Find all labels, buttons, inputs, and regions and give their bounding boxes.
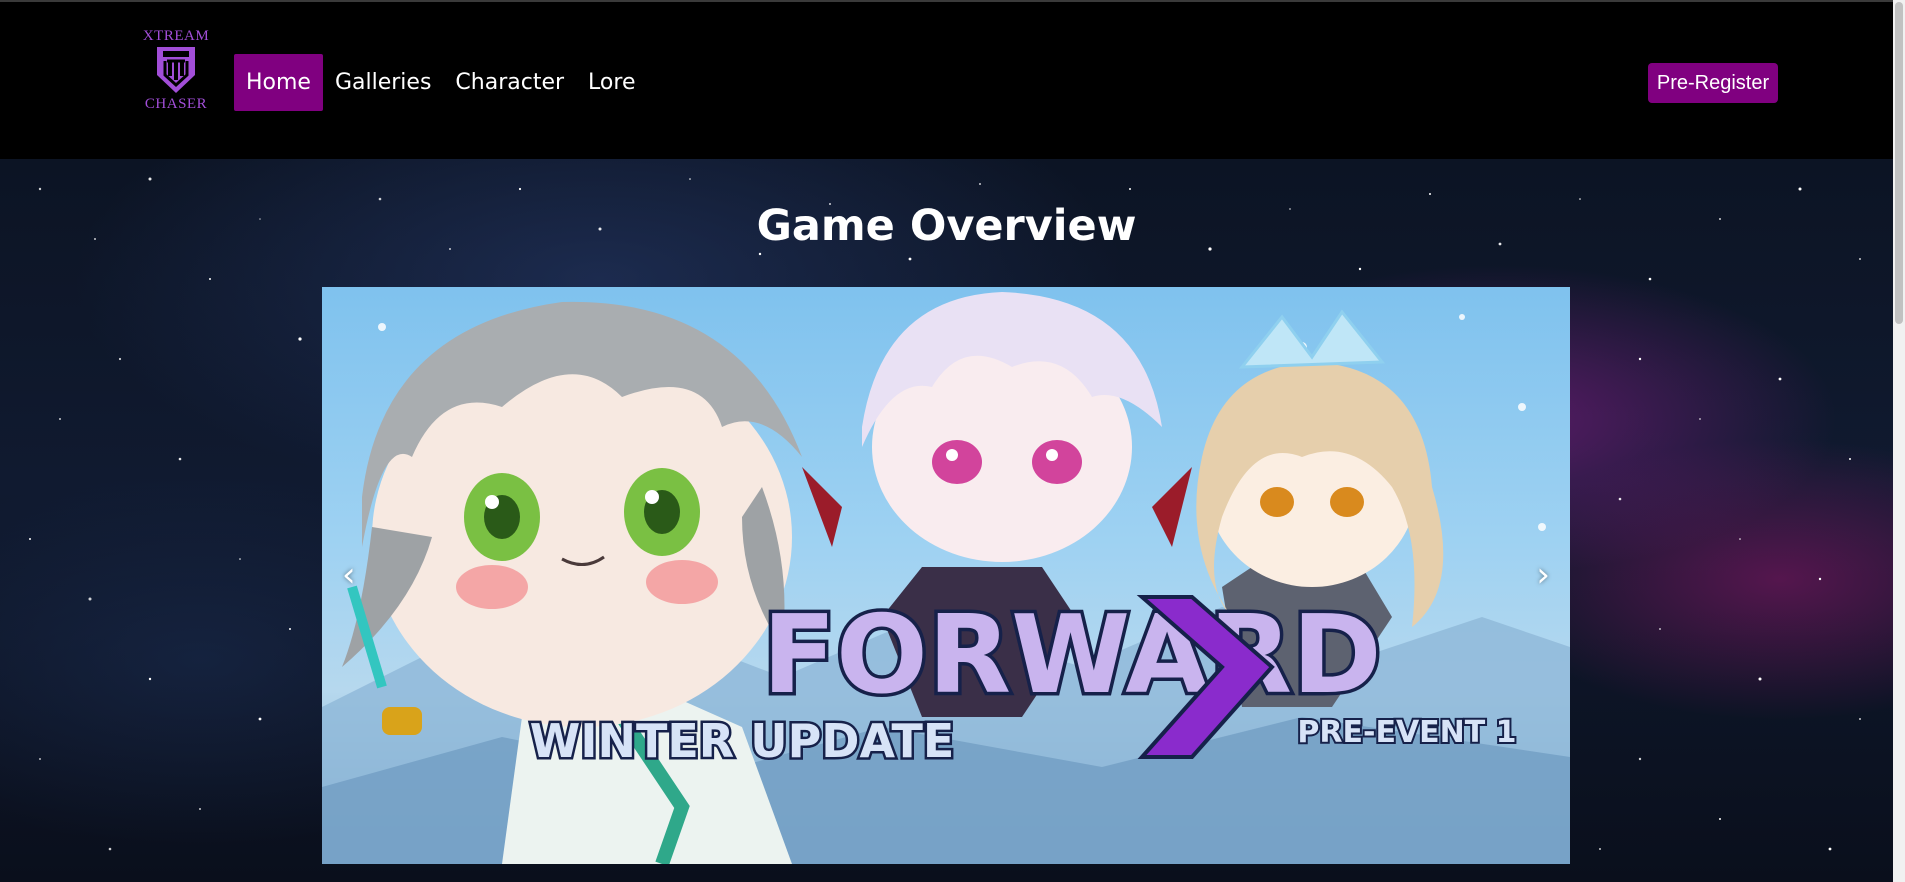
nav-character[interactable]: Character	[443, 54, 576, 111]
carousel-prev-icon[interactable]: ‹	[342, 555, 356, 595]
logo-top-text: XTREAM	[142, 28, 210, 44]
nav-lore[interactable]: Lore	[576, 54, 647, 111]
main-nav: Home Galleries Character Lore	[234, 54, 647, 111]
navbar: XTREAM CHASER Home Galleries Character L…	[0, 0, 1893, 159]
banner-headline: FORWARD	[762, 593, 1381, 718]
page-title: Game Overview	[756, 201, 1137, 251]
nav-home[interactable]: Home	[234, 54, 323, 111]
image-carousel: FORWARD WINTER UPDATE PRE-EVENT 1 ‹ ›	[322, 287, 1570, 864]
carousel-next-icon[interactable]: ›	[1536, 555, 1550, 595]
banner-subline: WINTER UPDATE	[530, 714, 955, 768]
logo-bottom-text: CHASER	[144, 96, 208, 112]
scrollbar-thumb[interactable]	[1895, 2, 1903, 324]
carousel-slide-image: FORWARD WINTER UPDATE PRE-EVENT 1	[322, 292, 1570, 864]
logo[interactable]: XTREAM CHASER	[140, 28, 212, 124]
pre-register-button[interactable]: Pre-Register	[1648, 63, 1778, 103]
nav-galleries[interactable]: Galleries	[323, 54, 443, 111]
vertical-scrollbar[interactable]	[1893, 0, 1905, 882]
banner-tag: PRE-EVENT 1	[1297, 715, 1516, 750]
page: XTREAM CHASER Home Galleries Character L…	[0, 0, 1905, 882]
shield-logo-icon	[157, 47, 195, 93]
